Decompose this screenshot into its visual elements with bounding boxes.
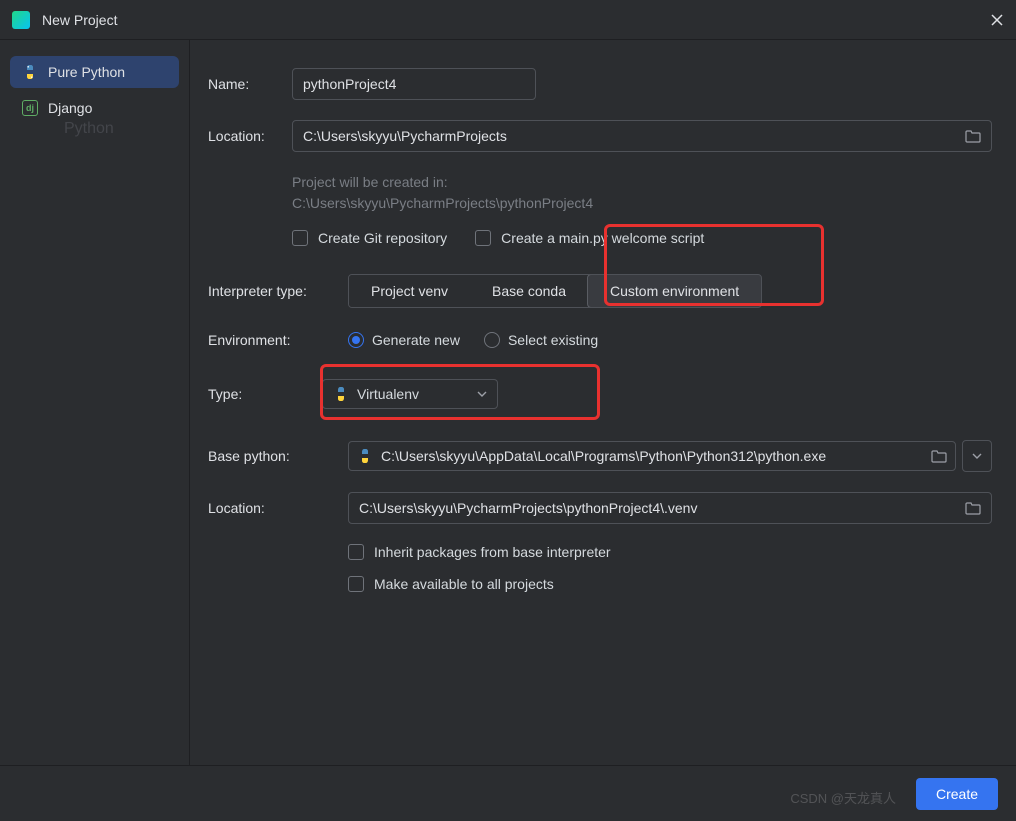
available-checkbox-label: Make available to all projects [374,576,554,592]
location-input-wrapper [292,120,992,152]
django-icon: dj [22,100,38,116]
seg-custom-env[interactable]: Custom environment [587,274,762,308]
sidebar-item-pure-python[interactable]: Pure Python [10,56,179,88]
python-icon [22,64,38,80]
available-checkbox[interactable]: Make available to all projects [348,576,992,592]
inherit-checkbox-label: Inherit packages from base interpreter [374,544,611,560]
environment-label: Environment: [208,332,348,348]
location-input[interactable] [303,128,959,144]
git-checkbox[interactable]: Create Git repository [292,230,447,246]
venv-location-label: Location: [208,500,348,516]
radio-generate-new[interactable]: Generate new [348,332,460,348]
sidebar-item-label: Pure Python [48,64,125,80]
radio-select-existing[interactable]: Select existing [484,332,598,348]
create-button[interactable]: Create [916,778,998,810]
environment-radios: Generate new Select existing [348,332,598,348]
interpreter-segmented: Project venv Base conda Custom environme… [348,274,762,308]
radio-dot-icon [348,332,364,348]
hint-line-1: Project will be created in: [292,172,992,193]
radio-generate-label: Generate new [372,332,460,348]
type-dropdown[interactable]: Virtualenv [322,379,498,409]
content-panel: Name: Location: Project will be created … [190,40,1016,765]
name-label: Name: [208,76,292,92]
mainpy-checkbox[interactable]: Create a main.py welcome script [475,230,704,246]
checkbox-box-icon [348,544,364,560]
base-python-row: Base python: [208,440,992,472]
mainpy-checkbox-label: Create a main.py welcome script [501,230,704,246]
main-area: Pure Python Python dj Django Name: Locat… [0,40,1016,765]
folder-icon[interactable] [931,449,947,463]
seg-project-venv[interactable]: Project venv [349,275,470,307]
folder-icon[interactable] [965,501,981,515]
chevron-down-icon [477,391,487,397]
footer: Create [0,765,1016,821]
checkbox-box-icon [292,230,308,246]
python-icon [357,448,373,464]
name-row: Name: [208,68,992,100]
venv-location-input[interactable] [359,500,959,516]
environment-row: Environment: Generate new Select existin… [208,332,992,348]
virtualenv-icon [333,386,349,402]
name-input[interactable] [292,68,536,100]
close-icon[interactable] [990,13,1004,27]
base-python-dropdown-button[interactable] [962,440,992,472]
type-value: Virtualenv [357,386,419,402]
hint-line-2: C:\Users\skyyu\PycharmProjects\pythonPro… [292,193,992,214]
radio-existing-label: Select existing [508,332,598,348]
base-python-label: Base python: [208,448,348,464]
sidebar: Pure Python Python dj Django [0,40,190,765]
venv-location-input-wrapper [348,492,992,524]
git-checkbox-label: Create Git repository [318,230,447,246]
interpreter-row: Interpreter type: Project venv Base cond… [208,274,992,308]
type-label: Type: [190,386,322,402]
seg-base-conda[interactable]: Base conda [470,275,588,307]
location-label: Location: [208,128,292,144]
sidebar-item-django[interactable]: dj Django [10,92,179,124]
location-row: Location: [208,120,992,152]
base-python-input-wrapper [348,441,956,471]
inherit-checkbox[interactable]: Inherit packages from base interpreter [348,544,992,560]
pycharm-icon [12,11,30,29]
checkbox-row-2: Inherit packages from base interpreter M… [348,544,992,592]
venv-location-row: Location: [208,492,992,524]
checkbox-box-icon [348,576,364,592]
radio-dot-icon [484,332,500,348]
sidebar-item-label: Django [48,100,92,116]
titlebar: New Project [0,0,1016,40]
base-python-input[interactable] [381,448,917,464]
checkbox-box-icon [475,230,491,246]
creation-hint: Project will be created in: C:\Users\sky… [292,172,992,214]
checkbox-row-1: Create Git repository Create a main.py w… [292,230,992,246]
folder-icon[interactable] [965,129,981,143]
dialog-title: New Project [42,12,117,28]
interpreter-label: Interpreter type: [208,283,348,299]
